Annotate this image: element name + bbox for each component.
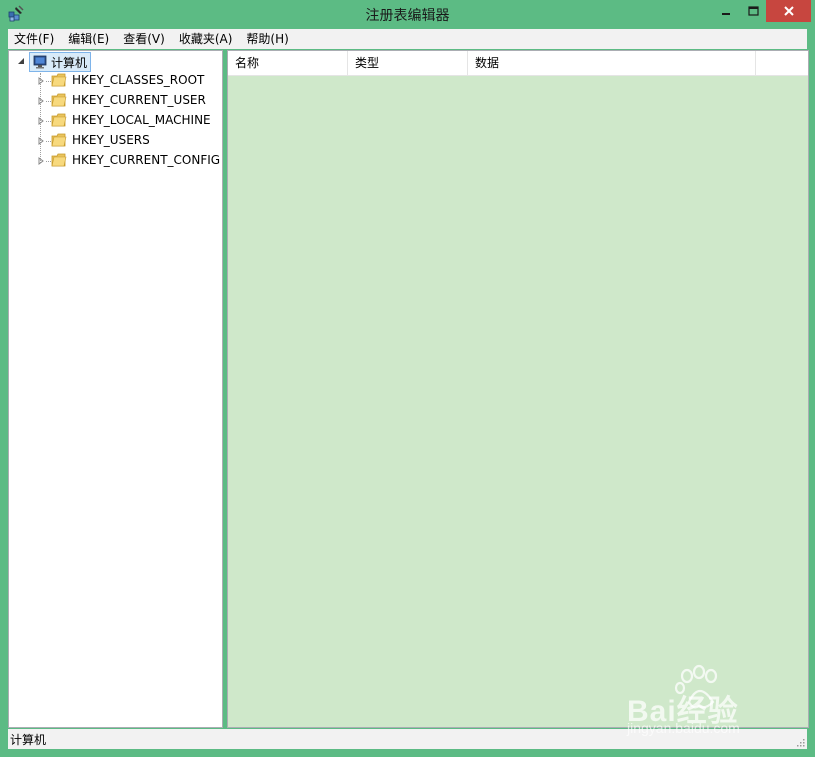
folder-icon	[51, 133, 67, 147]
menu-view[interactable]: 查看(V)	[117, 29, 171, 49]
expand-arrow-icon[interactable]	[36, 156, 45, 165]
close-icon	[783, 6, 794, 16]
resize-grip-icon[interactable]	[795, 737, 805, 747]
expand-arrow-icon[interactable]	[36, 76, 45, 85]
tree-item-label: HKEY_CLASSES_ROOT	[72, 73, 205, 87]
tree-item-label: HKEY_LOCAL_MACHINE	[72, 113, 211, 127]
menu-file[interactable]: 文件(F)	[8, 29, 60, 49]
list-header: 名称 类型 数据	[228, 51, 808, 76]
tree-item-computer[interactable]: 计算机	[9, 51, 220, 72]
computer-icon	[33, 55, 47, 69]
folder-icon	[51, 153, 67, 167]
menu-favorites[interactable]: 收藏夹(A)	[173, 29, 239, 49]
folder-icon	[51, 93, 67, 107]
column-header-type[interactable]: 类型	[348, 51, 468, 75]
tree-item-label: HKEY_CURRENT_USER	[72, 93, 206, 107]
column-header-name[interactable]: 名称	[228, 51, 348, 75]
baidu-jingyan-watermark: Bai经验 jingyan.baidu.com	[627, 662, 777, 742]
tree-item-label: HKEY_USERS	[72, 133, 150, 147]
column-header-data[interactable]: 数据	[468, 51, 756, 75]
folder-icon	[51, 113, 67, 127]
watermark-url-text: jingyan.baidu.com	[627, 720, 740, 736]
status-text: 计算机	[10, 732, 47, 747]
menu-bar: 文件(F) 编辑(E) 查看(V) 收藏夹(A) 帮助(H)	[8, 29, 807, 49]
expand-arrow-icon[interactable]	[36, 116, 45, 125]
tree-item-computer-selected[interactable]: 计算机	[29, 52, 92, 72]
maximize-icon	[747, 6, 759, 16]
registry-editor-window: 注册表编辑器 文件(F) 编辑(E) 查看(V) 收藏夹(A) 帮助(H) 计算…	[0, 0, 815, 757]
menu-help[interactable]: 帮助(H)	[240, 29, 294, 49]
tree-item-computer-label: 计算机	[51, 55, 88, 70]
registry-values-pane[interactable]: 名称 类型 数据	[227, 50, 809, 728]
expand-arrow-icon[interactable]	[36, 136, 45, 145]
minimize-button[interactable]	[712, 0, 740, 22]
menu-edit[interactable]: 编辑(E)	[62, 29, 115, 49]
window-title: 注册表编辑器	[365, 8, 450, 24]
registry-tree-pane[interactable]: 计算机 HKEY_CLASSES_ROOT HKEY_CURRENT_USER …	[8, 50, 223, 728]
folder-icon	[51, 73, 67, 87]
title-bar[interactable]: 注册表编辑器	[0, 0, 815, 29]
column-header-filler	[756, 51, 808, 75]
expand-arrow-icon[interactable]	[36, 96, 45, 105]
tree-item-label: HKEY_CURRENT_CONFIG	[72, 153, 221, 167]
minimize-icon	[722, 13, 730, 15]
maximize-button[interactable]	[740, 0, 766, 22]
collapse-arrow-icon[interactable]	[16, 56, 25, 65]
close-button[interactable]	[766, 0, 811, 22]
